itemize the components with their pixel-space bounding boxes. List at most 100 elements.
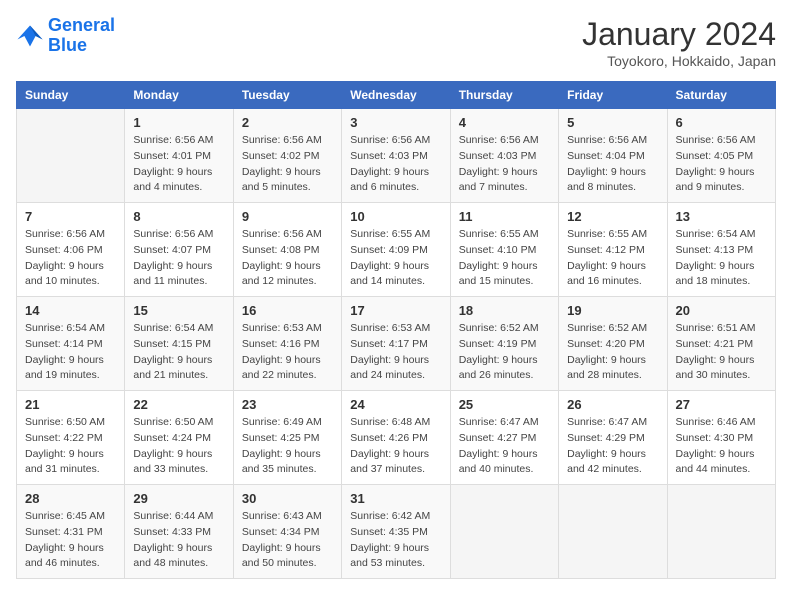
- day-info: Sunrise: 6:46 AMSunset: 4:30 PMDaylight:…: [676, 415, 767, 478]
- calendar-cell: [667, 485, 775, 579]
- day-number: 11: [459, 209, 550, 224]
- day-info: Sunrise: 6:42 AMSunset: 4:35 PMDaylight:…: [350, 509, 441, 572]
- calendar-cell: 25 Sunrise: 6:47 AMSunset: 4:27 PMDayligh…: [450, 391, 558, 485]
- day-number: 17: [350, 303, 441, 318]
- day-info: Sunrise: 6:51 AMSunset: 4:21 PMDaylight:…: [676, 321, 767, 384]
- day-number: 10: [350, 209, 441, 224]
- calendar-cell: 26Sunrise: 6:47 AMSunset: 4:29 PMDayligh…: [559, 391, 667, 485]
- day-info: Sunrise: 6:56 AMSunset: 4:08 PMDaylight:…: [242, 227, 333, 290]
- calendar-cell: 23 Sunrise: 6:49 AMSunset: 4:25 PMDayligh…: [233, 391, 341, 485]
- logo-general: General: [48, 15, 115, 35]
- calendar-cell: 15 Sunrise: 6:54 AMSunset: 4:15 PMDayligh…: [125, 297, 233, 391]
- location-subtitle: Toyokoro, Hokkaido, Japan: [582, 53, 776, 69]
- day-info: Sunrise: 6:50 AMSunset: 4:22 PMDaylight:…: [25, 415, 116, 478]
- day-info: Sunrise: 6:52 AMSunset: 4:20 PMDaylight:…: [567, 321, 658, 384]
- calendar-cell: 8 Sunrise: 6:56 AMSunset: 4:07 PMDaylight…: [125, 203, 233, 297]
- calendar-cell: 21 Sunrise: 6:50 AMSunset: 4:22 PMDayligh…: [17, 391, 125, 485]
- calendar-cell: [559, 485, 667, 579]
- logo-text: General Blue: [48, 16, 115, 56]
- day-number: 1: [133, 115, 224, 130]
- day-number: 23: [242, 397, 333, 412]
- weekday-header: Tuesday: [233, 82, 341, 109]
- day-number: 18: [459, 303, 550, 318]
- day-number: 8: [133, 209, 224, 224]
- calendar-cell: 9Sunrise: 6:56 AMSunset: 4:08 PMDaylight…: [233, 203, 341, 297]
- calendar-cell: 10 Sunrise: 6:55 AMSunset: 4:09 PMDayligh…: [342, 203, 450, 297]
- calendar-cell: 14 Sunrise: 6:54 AMSunset: 4:14 PMDayligh…: [17, 297, 125, 391]
- title-block: January 2024 Toyokoro, Hokkaido, Japan: [582, 16, 776, 69]
- day-number: 29: [133, 491, 224, 506]
- day-number: 4: [459, 115, 550, 130]
- day-number: 5: [567, 115, 658, 130]
- calendar-table: SundayMondayTuesdayWednesdayThursdayFrid…: [16, 81, 776, 579]
- day-info: Sunrise: 6:44 AMSunset: 4:33 PMDaylight:…: [133, 509, 224, 572]
- calendar-week-row: 7Sunrise: 6:56 AMSunset: 4:06 PMDaylight…: [17, 203, 776, 297]
- day-info: Sunrise: 6:45 AMSunset: 4:31 PMDaylight:…: [25, 509, 116, 572]
- weekday-header: Saturday: [667, 82, 775, 109]
- calendar-cell: 31 Sunrise: 6:42 AMSunset: 4:35 PMDayligh…: [342, 485, 450, 579]
- day-info: Sunrise: 6:49 AMSunset: 4:25 PMDaylight:…: [242, 415, 333, 478]
- day-info: Sunrise: 6:56 AMSunset: 4:07 PMDaylight:…: [133, 227, 224, 290]
- day-number: 6: [676, 115, 767, 130]
- calendar-cell: 20Sunrise: 6:51 AMSunset: 4:21 PMDayligh…: [667, 297, 775, 391]
- day-info: Sunrise: 6:54 AMSunset: 4:13 PMDaylight:…: [676, 227, 767, 290]
- calendar-cell: 16Sunrise: 6:53 AMSunset: 4:16 PMDayligh…: [233, 297, 341, 391]
- logo-icon: [16, 22, 44, 50]
- day-info: Sunrise: 6:55 AMSunset: 4:09 PMDaylight:…: [350, 227, 441, 290]
- day-number: 7: [25, 209, 116, 224]
- day-number: 27: [676, 397, 767, 412]
- day-number: 15: [133, 303, 224, 318]
- weekday-header: Friday: [559, 82, 667, 109]
- day-info: Sunrise: 6:54 AMSunset: 4:14 PMDaylight:…: [25, 321, 116, 384]
- day-info: Sunrise: 6:52 AMSunset: 4:19 PMDaylight:…: [459, 321, 550, 384]
- calendar-week-row: 21 Sunrise: 6:50 AMSunset: 4:22 PMDayligh…: [17, 391, 776, 485]
- day-number: 22: [133, 397, 224, 412]
- calendar-cell: 7Sunrise: 6:56 AMSunset: 4:06 PMDaylight…: [17, 203, 125, 297]
- calendar-cell: 29 Sunrise: 6:44 AMSunset: 4:33 PMDayligh…: [125, 485, 233, 579]
- day-number: 13: [676, 209, 767, 224]
- calendar-cell: 24Sunrise: 6:48 AMSunset: 4:26 PMDayligh…: [342, 391, 450, 485]
- calendar-cell: 5 Sunrise: 6:56 AMSunset: 4:04 PMDaylight…: [559, 109, 667, 203]
- day-number: 21: [25, 397, 116, 412]
- day-info: Sunrise: 6:56 AMSunset: 4:02 PMDaylight:…: [242, 133, 333, 196]
- weekday-header: Wednesday: [342, 82, 450, 109]
- day-info: Sunrise: 6:50 AMSunset: 4:24 PMDaylight:…: [133, 415, 224, 478]
- day-info: Sunrise: 6:56 AMSunset: 4:01 PMDaylight:…: [133, 133, 224, 196]
- day-info: Sunrise: 6:55 AMSunset: 4:10 PMDaylight:…: [459, 227, 550, 290]
- calendar-cell: 30 Sunrise: 6:43 AMSunset: 4:34 PMDayligh…: [233, 485, 341, 579]
- day-info: Sunrise: 6:56 AMSunset: 4:04 PMDaylight:…: [567, 133, 658, 196]
- calendar-week-row: 14 Sunrise: 6:54 AMSunset: 4:14 PMDayligh…: [17, 297, 776, 391]
- day-info: Sunrise: 6:53 AMSunset: 4:16 PMDaylight:…: [242, 321, 333, 384]
- day-info: Sunrise: 6:55 AMSunset: 4:12 PMDaylight:…: [567, 227, 658, 290]
- calendar-cell: [17, 109, 125, 203]
- day-number: 30: [242, 491, 333, 506]
- day-number: 25: [459, 397, 550, 412]
- day-number: 31: [350, 491, 441, 506]
- day-info: Sunrise: 6:53 AMSunset: 4:17 PMDaylight:…: [350, 321, 441, 384]
- calendar-cell: 11 Sunrise: 6:55 AMSunset: 4:10 PMDayligh…: [450, 203, 558, 297]
- calendar-cell: 22 Sunrise: 6:50 AMSunset: 4:24 PMDayligh…: [125, 391, 233, 485]
- day-number: 3: [350, 115, 441, 130]
- calendar-cell: 28Sunrise: 6:45 AMSunset: 4:31 PMDayligh…: [17, 485, 125, 579]
- weekday-header: Thursday: [450, 82, 558, 109]
- logo: General Blue: [16, 16, 115, 56]
- calendar-cell: 13 Sunrise: 6:54 AMSunset: 4:13 PMDayligh…: [667, 203, 775, 297]
- calendar-week-row: 28Sunrise: 6:45 AMSunset: 4:31 PMDayligh…: [17, 485, 776, 579]
- calendar-cell: 17 Sunrise: 6:53 AMSunset: 4:17 PMDayligh…: [342, 297, 450, 391]
- calendar-cell: 1 Sunrise: 6:56 AMSunset: 4:01 PMDaylight…: [125, 109, 233, 203]
- day-info: Sunrise: 6:54 AMSunset: 4:15 PMDaylight:…: [133, 321, 224, 384]
- day-number: 19: [567, 303, 658, 318]
- calendar-cell: [450, 485, 558, 579]
- calendar-cell: 6Sunrise: 6:56 AMSunset: 4:05 PMDaylight…: [667, 109, 775, 203]
- day-number: 12: [567, 209, 658, 224]
- day-number: 14: [25, 303, 116, 318]
- calendar-week-row: 1 Sunrise: 6:56 AMSunset: 4:01 PMDaylight…: [17, 109, 776, 203]
- calendar-cell: 3Sunrise: 6:56 AMSunset: 4:03 PMDaylight…: [342, 109, 450, 203]
- weekday-header: Monday: [125, 82, 233, 109]
- day-info: Sunrise: 6:43 AMSunset: 4:34 PMDaylight:…: [242, 509, 333, 572]
- day-info: Sunrise: 6:48 AMSunset: 4:26 PMDaylight:…: [350, 415, 441, 478]
- day-info: Sunrise: 6:47 AMSunset: 4:27 PMDaylight:…: [459, 415, 550, 478]
- calendar-cell: 12 Sunrise: 6:55 AMSunset: 4:12 PMDayligh…: [559, 203, 667, 297]
- day-number: 26: [567, 397, 658, 412]
- calendar-cell: 27 Sunrise: 6:46 AMSunset: 4:30 PMDayligh…: [667, 391, 775, 485]
